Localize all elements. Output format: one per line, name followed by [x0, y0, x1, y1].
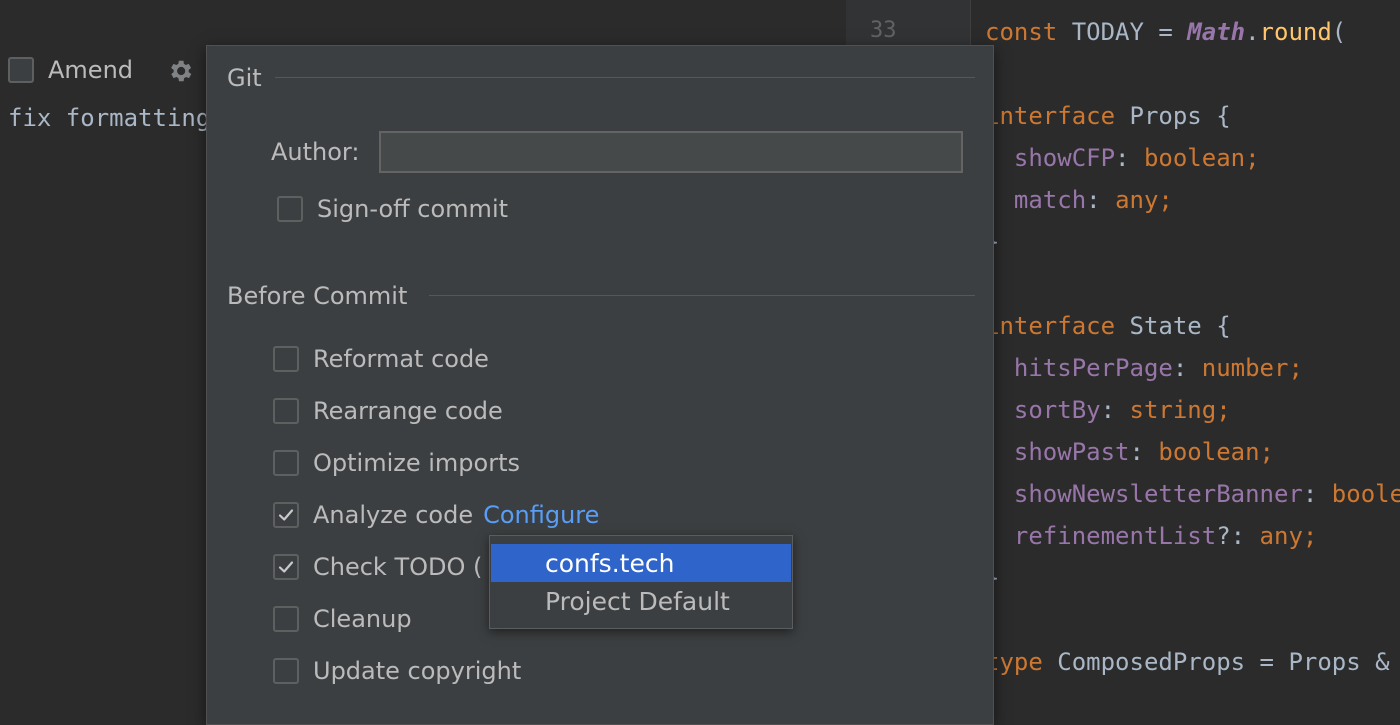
reformat-code-checkbox[interactable]: [273, 346, 299, 372]
code-token: hitsPerPage: [985, 354, 1173, 382]
cleanup-row[interactable]: Cleanup: [273, 603, 412, 635]
analyze-code-label: Analyze code: [313, 501, 474, 529]
update-copyright-checkbox[interactable]: [273, 658, 299, 684]
amend-checkbox[interactable]: [8, 57, 34, 83]
code-token: Props {: [1129, 102, 1231, 130]
cleanup-checkbox[interactable]: [273, 606, 299, 632]
code-token: type: [985, 648, 1058, 676]
amend-row[interactable]: Amend: [8, 54, 133, 86]
code-line: interface State {: [985, 312, 1231, 340]
check-todo-label: Check TODO (: [313, 553, 483, 581]
code-token: any;: [1115, 186, 1173, 214]
code-token: number;: [1201, 354, 1303, 382]
code-line: interface Props {: [985, 102, 1231, 130]
optimize-imports-row[interactable]: Optimize imports: [273, 447, 520, 479]
code-token: :: [1172, 354, 1202, 382]
code-token: :: [1115, 144, 1144, 172]
code-token: boolean;: [1331, 480, 1400, 508]
reformat-code-row[interactable]: Reformat code: [273, 343, 489, 375]
code-token: showPast: [985, 438, 1130, 466]
optimize-imports-checkbox[interactable]: [273, 450, 299, 476]
author-label: Author:: [271, 138, 360, 166]
code-line: showNewsletterBanner: boolean;: [985, 480, 1400, 508]
reformat-code-label: Reformat code: [313, 345, 489, 373]
code-line: const TODAY = Math.round(: [985, 18, 1361, 46]
signoff-row[interactable]: Sign-off commit: [277, 193, 508, 225]
signoff-label: Sign-off commit: [317, 195, 509, 223]
checkmark-icon: [278, 561, 294, 573]
code-line: sortBy: string;: [985, 396, 1231, 424]
commit-message[interactable]: fix formatting: [8, 104, 210, 132]
code-token: round: [1259, 18, 1332, 46]
code-token: State {: [1129, 312, 1231, 340]
code-token: ComposedProps = Props &: [1057, 648, 1400, 676]
check-todo-checkbox[interactable]: [273, 554, 299, 580]
analyze-code-checkbox[interactable]: [273, 502, 299, 528]
code-token: interface: [985, 312, 1130, 340]
code-token: :: [1086, 186, 1116, 214]
code-token: match: [985, 186, 1087, 214]
rearrange-code-label: Rearrange code: [313, 397, 503, 425]
git-separator: [275, 77, 975, 78]
code-token: Math: [1187, 18, 1246, 46]
code-token: showNewsletterBanner: [985, 480, 1303, 508]
code-token: any;: [1259, 522, 1318, 550]
code-token: interface: [985, 102, 1130, 130]
profile-dropdown[interactable]: confs.tech Project Default: [489, 535, 793, 629]
code-token: TODAY =: [1071, 18, 1188, 46]
code-token: const: [985, 18, 1072, 46]
dropdown-item[interactable]: Project Default: [491, 582, 791, 620]
rearrange-code-row[interactable]: Rearrange code: [273, 395, 503, 427]
checkmark-icon: [278, 509, 294, 521]
signoff-checkbox[interactable]: [277, 196, 303, 222]
code-line: type ComposedProps = Props &: [985, 648, 1400, 676]
code-line: refinementList?: any;: [985, 522, 1317, 550]
rearrange-code-checkbox[interactable]: [273, 398, 299, 424]
code-token: :: [1100, 396, 1130, 424]
before-commit-separator: [429, 295, 975, 296]
code-token: :: [1129, 438, 1159, 466]
update-copyright-row[interactable]: Update copyright: [273, 655, 521, 687]
code-line: hitsPerPage: number;: [985, 354, 1303, 382]
code-line: match: any;: [985, 186, 1173, 214]
amend-label: Amend: [48, 56, 134, 84]
optimize-imports-label: Optimize imports: [313, 449, 520, 477]
code-token: ?:: [1216, 522, 1260, 550]
code-token: showCFP: [985, 144, 1116, 172]
code-token: sortBy: [985, 396, 1101, 424]
check-todo-row[interactable]: Check TODO (: [273, 551, 482, 583]
code-token: .: [1245, 18, 1260, 46]
author-input[interactable]: [379, 131, 963, 173]
code-line: showCFP: boolean;: [985, 144, 1260, 172]
git-section-title: Git: [227, 64, 262, 92]
line-number: 33: [870, 18, 897, 43]
cleanup-label: Cleanup: [313, 605, 412, 633]
code-token: boolean;: [1158, 438, 1274, 466]
before-commit-title: Before Commit: [227, 282, 408, 310]
dropdown-item[interactable]: confs.tech: [491, 544, 791, 582]
gear-icon[interactable]: [166, 57, 194, 89]
configure-link[interactable]: Configure: [483, 501, 599, 529]
code-token: boolean;: [1143, 144, 1260, 172]
code-line: showPast: boolean;: [985, 438, 1274, 466]
code-editor[interactable]: const TODAY = Math.round( interface Prop…: [971, 0, 1400, 702]
code-token: :: [1302, 480, 1332, 508]
update-copyright-label: Update copyright: [313, 657, 522, 685]
code-token: refinementList: [985, 522, 1217, 550]
analyze-code-row[interactable]: Analyze code Configure: [273, 499, 599, 531]
code-token: string;: [1129, 396, 1231, 424]
code-token: (: [1331, 18, 1361, 46]
